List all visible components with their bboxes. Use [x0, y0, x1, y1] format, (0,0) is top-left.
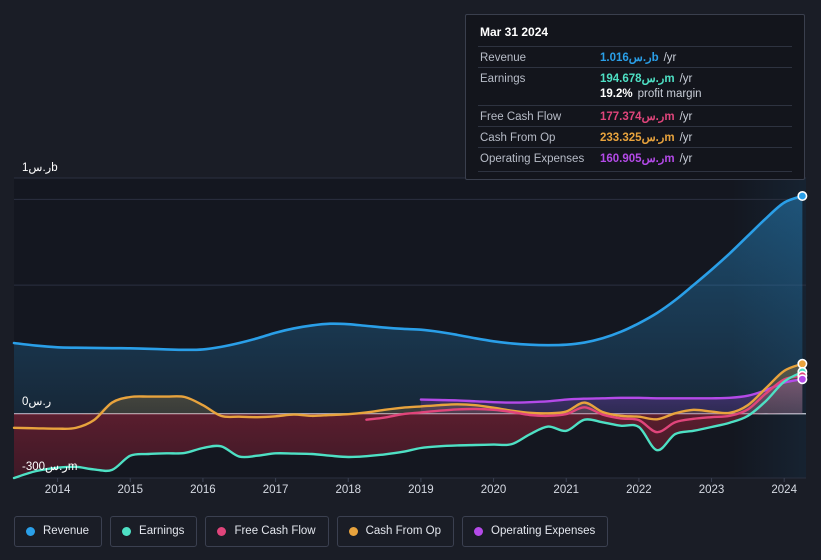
legend-color-swatch-icon: [348, 527, 358, 536]
legend-color-swatch-icon: [122, 527, 132, 536]
tooltip-row: Revenue 1.016ر.سb/yr: [478, 46, 792, 67]
legend-label: Operating Expenses: [491, 525, 596, 537]
x-axis-labels: 2014 2015 2016 2017 2018 2019 2020 2021 2022 2023…: [0, 484, 821, 500]
tooltip-metric-label: Free Cash Flow: [480, 111, 562, 123]
tooltip-metric-value: 160.905ر.سm: [600, 153, 675, 165]
tooltip-metric-period: /yr: [679, 153, 693, 165]
tooltip-metric-value: 233.325ر.سm: [600, 132, 675, 144]
tooltip-metric-period: /yr: [679, 73, 693, 85]
legend-item-operating-expenses[interactable]: Operating Expenses: [462, 516, 609, 547]
tooltip-metric-value: 177.374ر.سm: [600, 111, 675, 123]
tooltip-metric-period: /yr: [663, 52, 677, 64]
y-axis-label-zero: 0ر.س: [22, 396, 52, 408]
legend-item-revenue[interactable]: Revenue: [14, 516, 103, 547]
legend-color-swatch-icon: [474, 527, 484, 536]
tooltip-rows: Revenue 1.016ر.سb/yr Earnings 194.678ر.سm/y…: [478, 46, 792, 172]
tooltip-profit-margin-row: 19.2% profit margin: [478, 88, 792, 105]
tooltip-metric-period: /yr: [679, 132, 693, 144]
x-axis-tick: 2016: [190, 484, 216, 496]
endpoint-marker-revenue: [797, 191, 808, 202]
tooltip-profit-margin-value: 19.2%: [600, 88, 633, 100]
endpoint-marker-cash-from-op: [797, 358, 808, 369]
x-axis-tick: 2024: [771, 484, 797, 496]
tooltip-metric-label: Revenue: [480, 52, 527, 64]
tooltip-metric-label: Cash From Op: [480, 132, 556, 144]
tooltip-date: Mar 31 2024: [480, 25, 549, 39]
legend-label: Cash From Op: [365, 525, 442, 537]
tooltip-profit-margin-label: profit margin: [637, 88, 702, 100]
legend-label: Free Cash Flow: [234, 525, 316, 537]
legend-label: Earnings: [139, 525, 185, 537]
tooltip-metric-value: 1.016ر.سb: [600, 52, 659, 64]
tooltip-metric-period: /yr: [679, 111, 693, 123]
tooltip-metric-label: Operating Expenses: [480, 153, 585, 165]
tooltip-metric-value: 194.678ر.سm: [600, 73, 675, 85]
x-axis-tick: 2018: [335, 484, 362, 496]
tooltip-row: Cash From Op 233.325ر.سm/yr: [478, 126, 792, 147]
x-axis-tick: 2015: [117, 484, 144, 496]
legend-color-swatch-icon: [26, 527, 35, 536]
tooltip-row: Free Cash Flow 177.374ر.سm/yr: [478, 105, 792, 126]
legend-label: Revenue: [43, 525, 90, 537]
x-axis-tick: 2021: [553, 484, 580, 496]
x-axis-tick: 2022: [626, 484, 652, 496]
legend-item-earnings[interactable]: Earnings: [110, 516, 198, 547]
y-axis-label-bottom: -300ر.سm: [22, 461, 78, 473]
chart-tooltip: Mar 31 2024 Revenue 1.016ر.سb/yr Earnings 1…: [465, 14, 805, 180]
x-axis-tick: 2017: [262, 484, 289, 496]
tooltip-bottom-rule: [478, 171, 792, 172]
x-axis-tick: 2020: [480, 484, 507, 496]
tooltip-row: Operating Expenses 160.905ر.سm/yr: [478, 147, 792, 168]
legend-item-free-cash-flow[interactable]: Free Cash Flow: [205, 516, 329, 547]
x-axis-tick: 2023: [698, 484, 725, 496]
y-axis-label-top: 1ر.سb: [22, 162, 58, 174]
x-axis-tick: 2014: [44, 484, 71, 496]
endpoint-marker-operating-expenses: [797, 374, 808, 385]
legend-color-swatch-icon: [217, 527, 227, 536]
financial-chart: 1ر.سb 0ر.س -300ر.سm 2014 2015 2016 2017 2018…: [0, 0, 821, 560]
tooltip-row: Earnings 194.678ر.سm/yr: [478, 67, 792, 88]
x-axis-tick: 2019: [408, 484, 434, 496]
chart-legend: Revenue Earnings Free Cash Flow Cash From O…: [14, 516, 609, 547]
legend-item-cash-from-op[interactable]: Cash From Op: [336, 516, 455, 547]
tooltip-metric-label: Earnings: [480, 73, 526, 85]
